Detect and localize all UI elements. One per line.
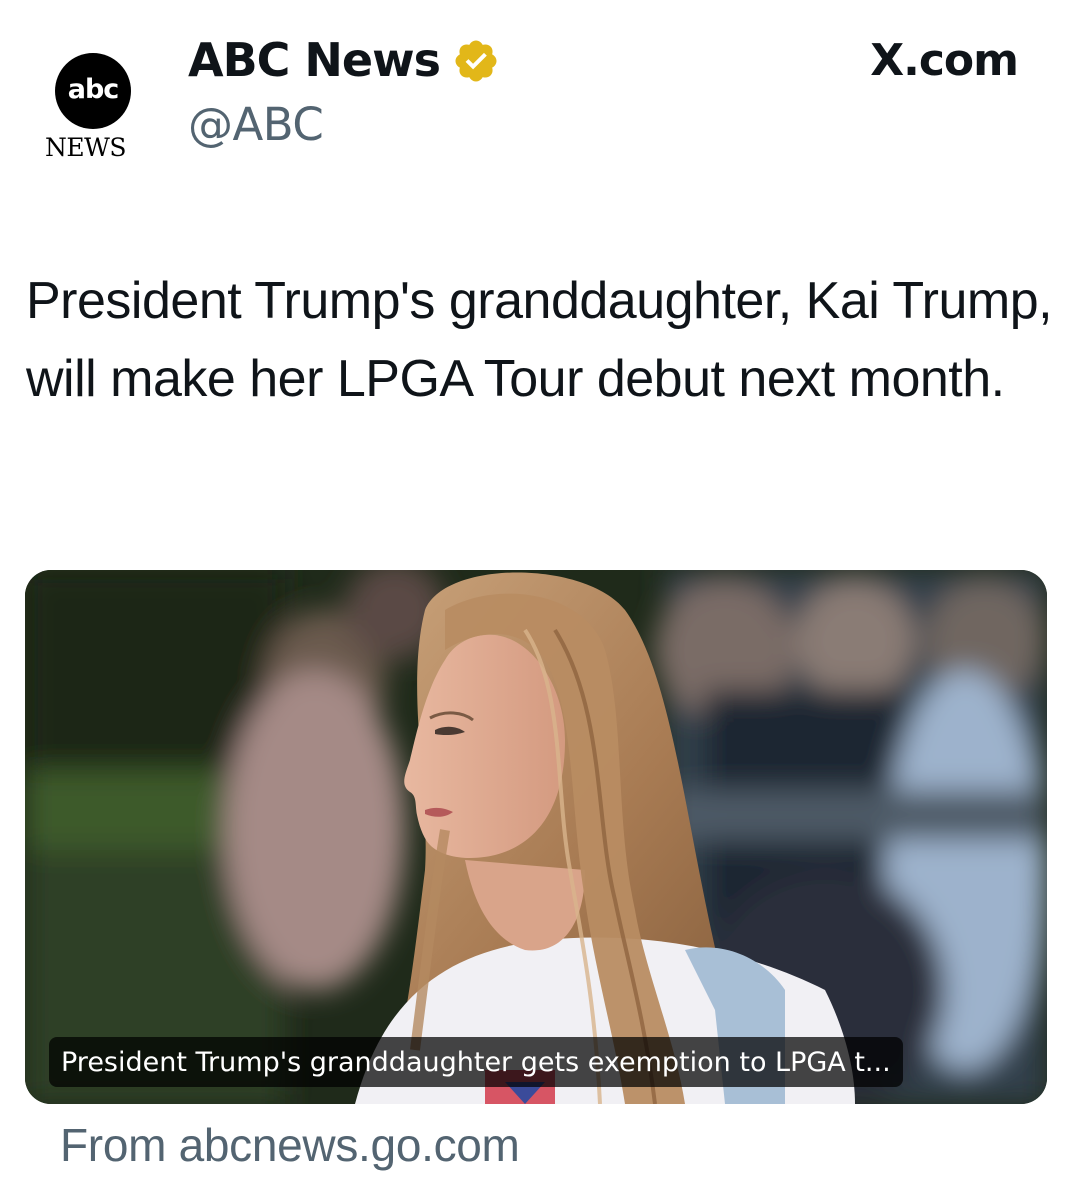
source-link[interactable]: From abcnews.go.com: [60, 1118, 520, 1172]
card-caption-text: President Trump's granddaughter gets exe…: [61, 1046, 891, 1078]
handle[interactable]: @ABC: [188, 98, 324, 151]
author-name-row[interactable]: ABC News: [188, 30, 500, 90]
abc-logo-text: abc: [67, 74, 120, 105]
display-name[interactable]: ABC News: [188, 33, 441, 87]
verified-badge-icon: [455, 40, 497, 82]
tweet-text: President Trump's granddaughter, Kai Tru…: [26, 272, 1053, 408]
article-photo: [25, 570, 1047, 1104]
link-preview-card[interactable]: President Trump's granddaughter gets exe…: [25, 570, 1047, 1104]
abc-logo: abc: [55, 53, 131, 129]
x-com-label: X.com: [870, 34, 1019, 86]
abc-news-wordmark: NEWS: [45, 133, 126, 162]
site-label: X.com: [870, 30, 1019, 90]
card-caption: President Trump's granddaughter gets exe…: [49, 1037, 903, 1087]
avatar[interactable]: abc NEWS: [42, 45, 152, 163]
